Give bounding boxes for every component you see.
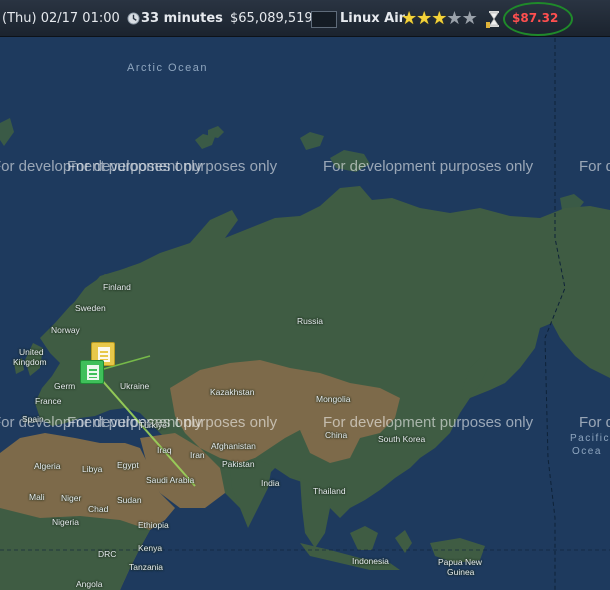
country-label: Ethiopia: [138, 520, 169, 530]
price-highlight-ring: [503, 2, 573, 36]
country-label: France: [35, 396, 62, 406]
airline-logo[interactable]: [311, 11, 337, 28]
watermark: For development purposes only: [579, 158, 610, 175]
flight-duration: 33 minutes: [141, 11, 223, 26]
country-label: Guinea: [447, 567, 475, 577]
watermark: For development purposes only: [67, 414, 278, 431]
building-icon: [87, 365, 99, 380]
country-label: DRC: [98, 549, 117, 559]
country-label: South Korea: [378, 434, 426, 444]
country-label: Kenya: [138, 543, 163, 553]
watermark: For development purposes only: [67, 158, 278, 175]
ocean-label-arctic: Arctic Ocean: [127, 62, 208, 74]
country-label: Kingdom: [13, 357, 47, 367]
country-label: Papua New: [438, 557, 482, 567]
country-label: Russia: [297, 316, 323, 326]
world-map[interactable]: Arctic Ocean Pacific Ocea For developmen…: [0, 38, 610, 590]
watermark: For development purposes only: [323, 158, 534, 175]
star-filled-icon: ★: [416, 8, 432, 29]
country-label: Spain: [22, 414, 44, 424]
star-empty-icon: ★: [446, 8, 462, 29]
star-filled-icon: ★: [431, 8, 447, 29]
hourglass-icon: [486, 11, 499, 28]
ocean-label-pacific-2: Ocea: [572, 446, 602, 457]
clock-icon: [127, 12, 140, 25]
country-label: Pakistan: [222, 459, 255, 469]
country-label: Libya: [82, 464, 103, 474]
country-label: Ukraine: [120, 381, 150, 391]
airport-marker-green[interactable]: [80, 360, 104, 384]
country-label: Iraq: [157, 445, 172, 455]
country-label: Chad: [88, 504, 109, 514]
country-label: Niger: [61, 493, 82, 503]
country-label: India: [261, 478, 280, 488]
star-filled-icon: ★: [401, 8, 417, 29]
country-label: Mongolia: [316, 394, 351, 404]
watermark: For development purposes only: [579, 414, 610, 431]
status-bar: (Thu) 02/17 01:00 33 minutes $65,089,519…: [0, 0, 610, 37]
airline-name[interactable]: Linux Air: [340, 10, 405, 27]
airline-rating: ★★★★★: [401, 8, 478, 29]
country-label: Türkiye: [139, 420, 167, 430]
country-label: China: [325, 430, 348, 440]
country-label: Afghanistan: [211, 441, 256, 451]
star-empty-icon: ★: [461, 8, 478, 29]
country-label: Saudi Arabia: [146, 475, 195, 485]
country-label: Finland: [103, 282, 131, 292]
country-label: Tanzania: [129, 562, 164, 572]
country-label: Thailand: [313, 486, 346, 496]
game-datetime: (Thu) 02/17 01:00: [2, 11, 120, 26]
country-label: Angola: [76, 579, 103, 589]
country-label: Indonesia: [352, 556, 389, 566]
country-label: United: [19, 347, 44, 357]
country-label: Nigeria: [52, 517, 79, 527]
country-label: Sudan: [117, 495, 142, 505]
country-label: Norway: [51, 325, 80, 335]
country-label: Sweden: [75, 303, 106, 313]
country-label: Kazakhstan: [210, 387, 255, 397]
country-label: Iran: [190, 450, 205, 460]
country-label: Egypt: [117, 460, 139, 470]
country-label: Mali: [29, 492, 45, 502]
cash-balance: $65,089,519: [230, 11, 313, 26]
watermark: For development purposes only: [323, 414, 534, 431]
ocean-label-pacific: Pacific: [570, 433, 610, 444]
country-label: Germ: [54, 381, 76, 391]
country-label: Algeria: [34, 461, 61, 471]
